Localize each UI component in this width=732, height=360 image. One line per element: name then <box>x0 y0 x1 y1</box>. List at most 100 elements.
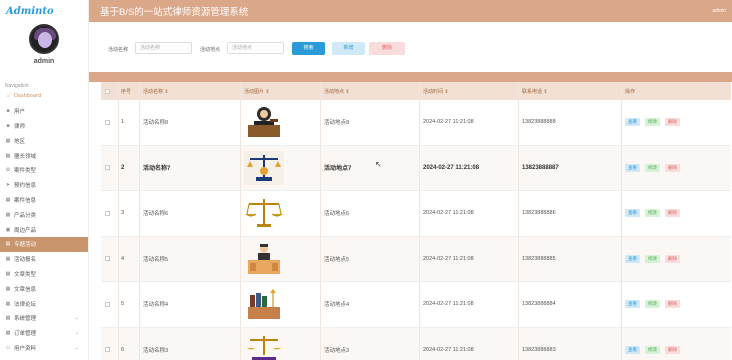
avatar[interactable] <box>29 24 59 54</box>
folder-icon: ▭ <box>5 344 11 351</box>
sidebar-item-8[interactable]: ▦ 产品分类 <box>0 207 88 222</box>
edit-button[interactable]: 修改 <box>645 209 660 218</box>
row-delete-button[interactable]: 删除 <box>665 118 680 127</box>
sidebar-item-2[interactable]: ■ 律师 <box>0 119 88 134</box>
col-header-time[interactable]: 活动时间 ⇕ <box>420 82 519 100</box>
sidebar-item-12[interactable]: ▦ 文章类型 <box>0 267 88 282</box>
table-row[interactable]: 1 活动名称8 活动地点8 2024-02-27 11:21:08 1382388888… <box>101 100 731 146</box>
header-user-menu[interactable]: admin <box>712 8 732 14</box>
view-button[interactable]: 查看 <box>625 209 640 218</box>
edit-button[interactable]: 修改 <box>645 118 660 127</box>
divider-band <box>89 72 732 82</box>
add-button[interactable]: 新增 <box>332 42 365 55</box>
table-row[interactable]: 4 活动名称5 活动地点5 2024-02-27 11:21:08 1382388888… <box>101 236 731 282</box>
row-phone: 13823888887 <box>519 145 622 190</box>
sidebar-item-1[interactable]: ■ 用户 <box>0 104 88 119</box>
grid-icon: ▦ <box>5 300 11 307</box>
col-header-name[interactable]: 活动名称 ⇕ <box>140 82 241 100</box>
grid-icon: ▦ <box>5 196 11 203</box>
row-activity-place: 活动地点8 <box>321 100 420 145</box>
view-button[interactable]: 查看 <box>625 163 640 172</box>
row-image-cell <box>241 100 321 145</box>
row-activity-place: 活动地点5 <box>321 236 420 281</box>
sidebar-item-0[interactable]: ⌂ Dashboard <box>0 89 88 104</box>
row-select-cell <box>101 327 119 360</box>
activity-place-input[interactable]: 活动地点 <box>227 42 284 54</box>
activity-image[interactable] <box>244 196 284 230</box>
row-actions: 查看 修改 删除 <box>622 300 730 309</box>
row-delete-button[interactable]: 删除 <box>665 163 680 172</box>
select-all-checkbox[interactable] <box>105 88 110 94</box>
row-image-cell <box>241 236 321 281</box>
row-activity-place: 活动地点3 <box>321 327 420 360</box>
row-delete-button[interactable]: 删除 <box>665 300 680 309</box>
sidebar-item-11[interactable]: ▦ 活动报名 <box>0 252 88 267</box>
view-button[interactable]: 查看 <box>625 254 640 263</box>
row-actions: 查看 修改 删除 <box>622 163 730 172</box>
row-delete-button[interactable]: 删除 <box>665 209 680 218</box>
sidebar-item-15[interactable]: ▦ 系统管理 ⌄ <box>0 311 88 326</box>
activity-image[interactable] <box>244 333 284 360</box>
row-activity-time: 2024-02-27 11:21:08 <box>420 145 519 190</box>
sidebar-item-3[interactable]: ▦ 地区 <box>0 133 88 148</box>
edit-button[interactable]: 修改 <box>645 254 660 263</box>
activity-image[interactable] <box>244 242 284 276</box>
sidebar-item-17[interactable]: ▭ 用户资料 ⌄ <box>0 341 88 356</box>
row-no: 1 <box>119 100 140 145</box>
row-activity-time: 2024-02-27 11:21:08 <box>420 100 519 145</box>
view-button[interactable]: 查看 <box>625 118 640 127</box>
gear-icon: ⚙ <box>5 167 11 174</box>
sidebar-item-7[interactable]: ▦ 案件信息 <box>0 193 88 208</box>
col-header-phone[interactable]: 联系电话 ⇕ <box>519 82 622 100</box>
row-no: 2 <box>119 145 140 190</box>
sidebar-item-13[interactable]: ▦ 文章信息 <box>0 281 88 296</box>
search-button[interactable]: 搜索 <box>292 42 325 55</box>
col-header-no[interactable]: 序号 <box>119 82 140 100</box>
sidebar-item-14[interactable]: ▦ 法律论坛 <box>0 296 88 311</box>
row-checkbox[interactable] <box>105 165 110 171</box>
delete-button[interactable]: 删除 <box>369 42 405 55</box>
sidebar-item-16[interactable]: ▦ 订单管理 ⌄ <box>0 326 88 341</box>
user-profile: admin <box>0 24 88 78</box>
sidebar-item-label: 法律论坛 <box>14 301 37 308</box>
activity-image[interactable] <box>244 287 284 321</box>
row-checkbox[interactable] <box>105 347 110 353</box>
view-button[interactable]: 查看 <box>625 300 640 309</box>
sidebar-item-4[interactable]: ▦ 擅长领域 <box>0 148 88 163</box>
sidebar-item-label: 活动报名 <box>14 257 37 264</box>
edit-button[interactable]: 修改 <box>645 345 660 354</box>
activity-image[interactable] <box>244 150 284 185</box>
box-icon: ▣ <box>5 226 11 233</box>
sidebar-item-5[interactable]: ⚙ 案件类型 <box>0 163 88 178</box>
activity-name-input[interactable]: 活动名称 <box>135 42 192 54</box>
row-delete-button[interactable]: 删除 <box>665 254 680 263</box>
chevron-down-icon: ⌄ <box>74 330 79 337</box>
row-checkbox[interactable] <box>105 301 110 307</box>
send-icon: ➤ <box>5 182 11 189</box>
col-header-image[interactable]: 活动图片 ⇕ <box>241 82 321 100</box>
table-row[interactable]: 6 活动名称3 活动地点3 2024-02-27 11:21:08 1382388888… <box>101 327 731 360</box>
row-activity-name: 活动名称5 <box>140 236 241 281</box>
row-activity-time: 2024-02-27 11:21:08 <box>420 327 519 360</box>
sidebar-item-10[interactable]: ▤ 专题活动 <box>0 236 88 252</box>
row-image-cell <box>241 145 321 190</box>
app-logo[interactable]: Adminto <box>6 6 54 17</box>
row-checkbox[interactable] <box>105 210 110 216</box>
activity-place-label: 活动地点 <box>200 47 221 53</box>
row-delete-button[interactable]: 删除 <box>665 345 680 354</box>
row-checkbox[interactable] <box>105 119 110 125</box>
edit-button[interactable]: 修改 <box>645 163 660 172</box>
row-no: 6 <box>119 327 140 360</box>
row-checkbox[interactable] <box>105 256 110 262</box>
edit-button[interactable]: 修改 <box>645 300 660 309</box>
table-row[interactable]: 5 活动名称4 活动地点4 2024-02-27 11:21:08 1382388888… <box>101 282 731 328</box>
view-button[interactable]: 查看 <box>625 345 640 354</box>
activity-image[interactable] <box>244 105 284 139</box>
table-row[interactable]: 2 活动名称7 活动地点7 2024-02-27 11:21:08 1382388888… <box>101 145 731 191</box>
col-header-place[interactable]: 活动地点 ⇕ <box>321 82 420 100</box>
table-row[interactable]: 3 活动名称6 活动地点6 2024-02-27 11:21:08 1382388888… <box>101 191 731 237</box>
sidebar-item-6[interactable]: ➤ 预约信息 <box>0 178 88 193</box>
row-no: 4 <box>119 236 140 281</box>
row-activity-name: 活动名称8 <box>140 100 241 145</box>
sidebar-item-9[interactable]: ▣ 周边产品 <box>0 222 88 237</box>
